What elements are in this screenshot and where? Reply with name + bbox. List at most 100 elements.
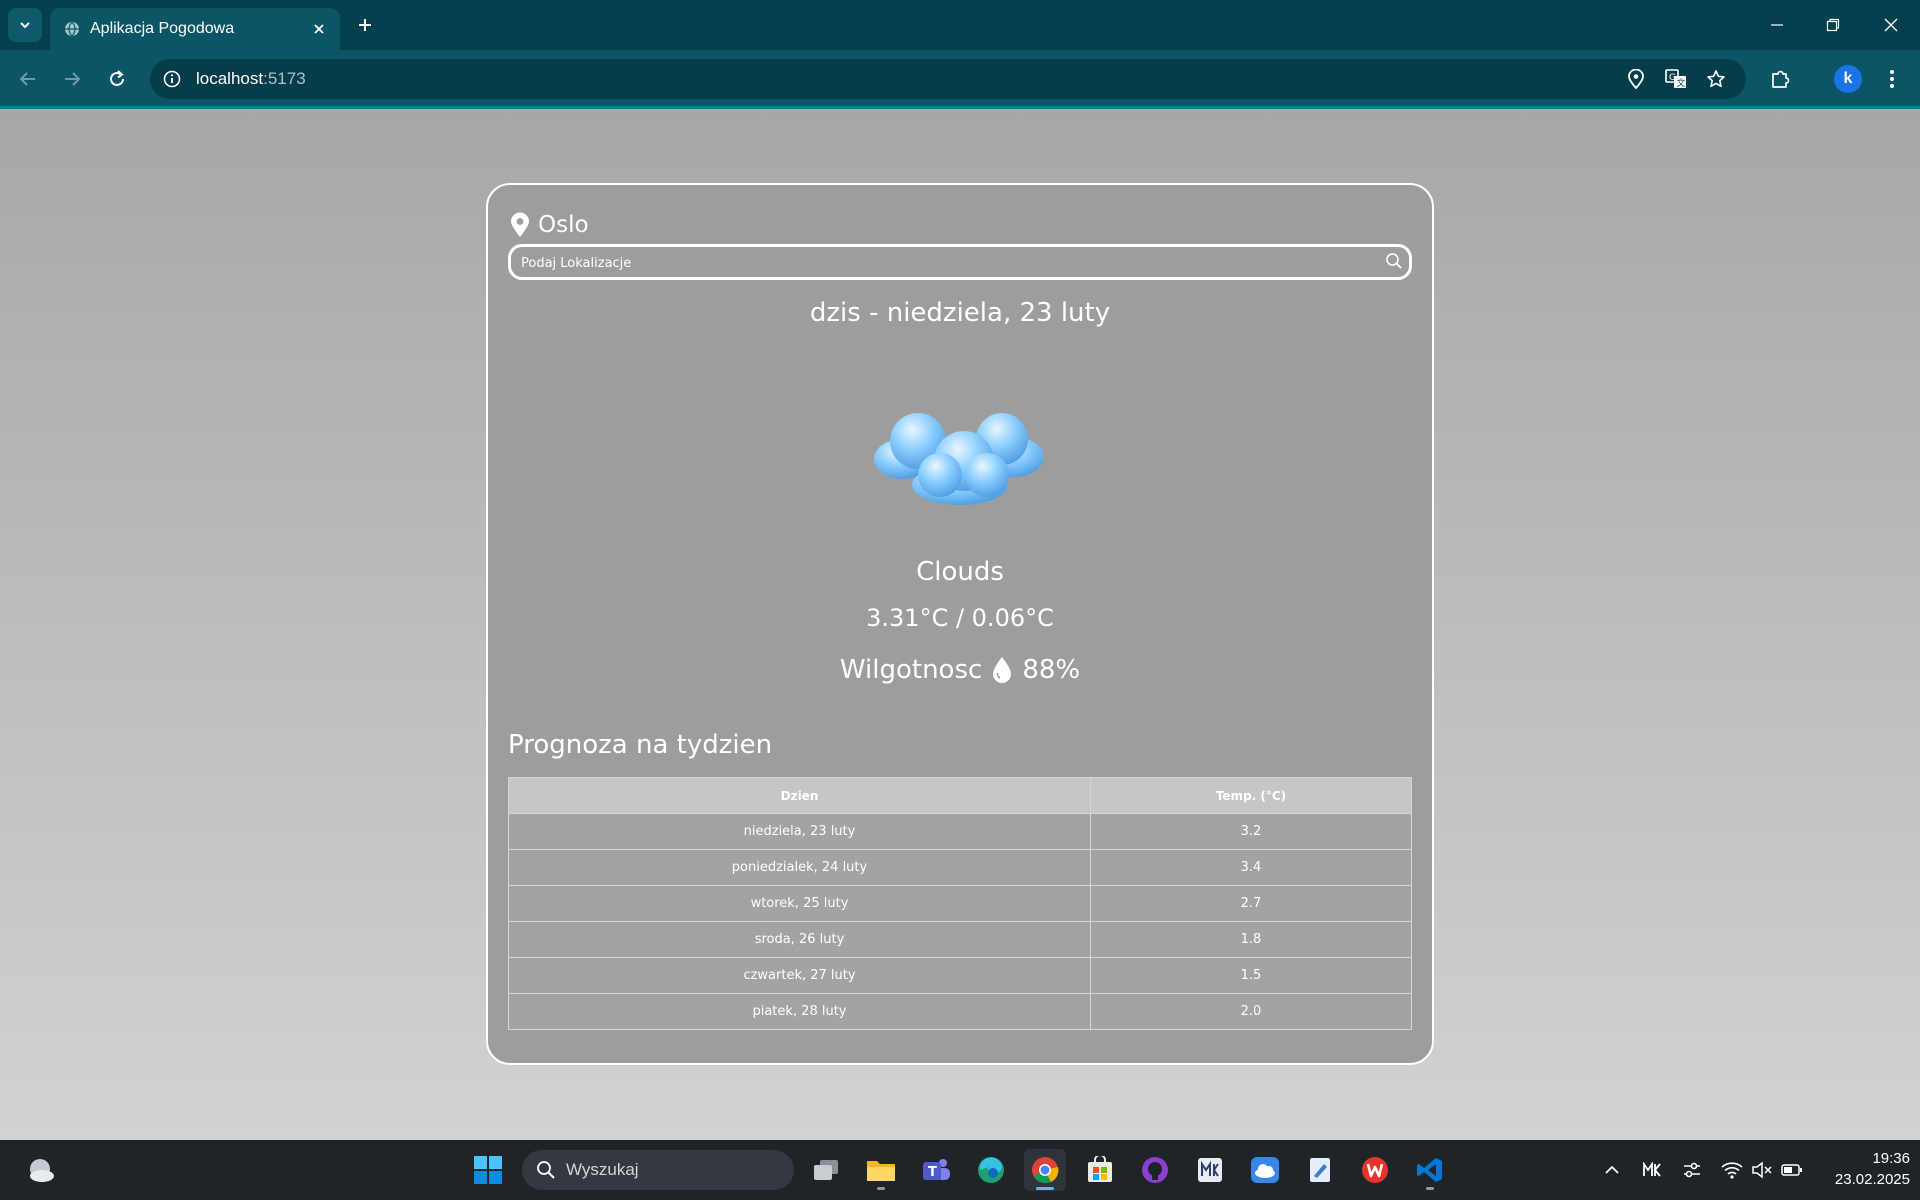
battery-icon <box>1781 1164 1802 1176</box>
restore-button[interactable] <box>1818 10 1848 40</box>
puzzle-icon <box>1772 70 1790 88</box>
weather-widget-button[interactable] <box>20 1149 62 1191</box>
tray-settings-app[interactable] <box>1680 1158 1704 1182</box>
onedrive-button[interactable] <box>1244 1149 1286 1191</box>
address-bar[interactable]: localhost:5173 G文 <box>150 59 1746 99</box>
humidity-row: Wilgotnosc 88% <box>488 655 1432 685</box>
table-row: czwartek, 27 luty 1.5 <box>508 957 1412 994</box>
table-row: niedziela, 23 luty 3.2 <box>508 813 1412 850</box>
volume-status[interactable] <box>1750 1158 1774 1182</box>
arrow-left-icon <box>19 72 35 86</box>
forward-button[interactable] <box>55 62 89 96</box>
forecast-temp: 1.5 <box>1090 957 1412 994</box>
minimize-icon <box>1771 24 1783 26</box>
browser-tab-active[interactable]: Aplikacja Pogodowa <box>50 8 340 50</box>
forecast-temp: 3.2 <box>1090 813 1412 850</box>
page-viewport: Oslo dzis - niedziela, 23 luty <box>0 109 1920 1140</box>
tab-title: Aplikacja Pogodowa <box>90 20 235 37</box>
tab-search-button[interactable] <box>8 8 42 42</box>
svg-text:T: T <box>928 1165 937 1180</box>
forecast-temp: 1.8 <box>1090 921 1412 958</box>
vscode-button[interactable] <box>1409 1149 1451 1191</box>
humidity-value: 88% <box>1022 655 1081 685</box>
file-explorer-button[interactable] <box>860 1149 902 1191</box>
location-search-input[interactable] <box>521 253 1361 273</box>
clock-time: 19:36 <box>1872 1150 1910 1167</box>
wifi-icon <box>1721 1162 1743 1179</box>
reload-button[interactable] <box>100 62 134 96</box>
battery-status[interactable] <box>1780 1158 1804 1182</box>
more-vertical-icon <box>1890 70 1894 88</box>
task-view-icon <box>814 1160 838 1180</box>
browser-toolbar: localhost:5173 G文 k <box>0 50 1920 108</box>
svg-text:文: 文 <box>1677 77 1686 89</box>
plus-icon <box>359 19 371 31</box>
forecast-temp: 2.0 <box>1090 993 1412 1030</box>
folder-icon <box>867 1161 895 1181</box>
profile-avatar-button[interactable]: k <box>1834 65 1862 93</box>
wps-office-button[interactable] <box>1354 1149 1396 1191</box>
location-search <box>508 244 1412 280</box>
chrome-icon <box>1032 1157 1059 1184</box>
column-header-temp: Temp. (°C) <box>1090 777 1412 814</box>
location-permission-button[interactable] <box>1624 67 1648 91</box>
wps-icon <box>1362 1157 1388 1183</box>
weather-card: Oslo dzis - niedziela, 23 luty <box>486 183 1434 1065</box>
reload-icon <box>110 70 124 86</box>
wifi-status[interactable] <box>1720 1158 1744 1182</box>
water-drop-icon <box>993 657 1012 683</box>
microsoft-store-button[interactable] <box>1079 1149 1121 1191</box>
table-header-row: Dzien Temp. (°C) <box>508 777 1412 814</box>
back-button[interactable] <box>11 62 45 96</box>
browser-menu-button[interactable] <box>1876 63 1908 95</box>
markdown-editor-button[interactable] <box>1189 1149 1231 1191</box>
browser-tab-bar: Aplikacja Pogodowa <box>0 0 1920 50</box>
drawing-app-button[interactable] <box>1299 1149 1341 1191</box>
edge-icon <box>978 1157 1004 1183</box>
taskbar-search[interactable]: Wyszukaj <box>522 1150 794 1190</box>
site-info-button[interactable] <box>160 67 184 91</box>
tab-close-button[interactable] <box>310 20 328 38</box>
current-date-title: dzis - niedziela, 23 luty <box>809 298 1111 328</box>
search-icon[interactable] <box>1385 252 1403 270</box>
task-view-button[interactable] <box>805 1149 847 1191</box>
running-indicator <box>877 1187 885 1190</box>
start-button[interactable] <box>467 1149 509 1191</box>
tray-m-icon <box>1643 1162 1661 1177</box>
info-icon <box>163 70 181 88</box>
system-clock[interactable]: 19:36 23.02.2025 <box>1810 1148 1910 1190</box>
running-indicator <box>1036 1187 1054 1190</box>
forecast-temp: 2.7 <box>1090 885 1412 922</box>
chrome-button[interactable] <box>1024 1149 1066 1191</box>
translate-button[interactable]: G文 <box>1664 67 1688 91</box>
arrow-right-icon <box>65 72 81 86</box>
teams-button[interactable]: T <box>915 1149 957 1191</box>
markdown-icon <box>1198 1158 1222 1182</box>
windows-taskbar: Wyszukaj T 19:36 23.02.2025 <box>0 1140 1920 1200</box>
close-icon <box>314 24 324 34</box>
github-icon <box>1142 1157 1168 1183</box>
table-row: piatek, 28 luty 2.0 <box>508 993 1412 1030</box>
table-row: poniedzialek, 24 luty 3.4 <box>508 849 1412 886</box>
temperature-range: 3.31°C / 0.06°C <box>866 604 1054 632</box>
edge-button[interactable] <box>970 1149 1012 1191</box>
humidity-label: Wilgotnosc <box>839 655 983 685</box>
forecast-day: sroda, 26 luty <box>508 921 1091 958</box>
table-row: wtorek, 25 luty 2.7 <box>508 885 1412 922</box>
close-window-button[interactable] <box>1876 10 1906 40</box>
new-tab-button[interactable] <box>352 12 378 38</box>
github-desktop-button[interactable] <box>1134 1149 1176 1191</box>
forecast-day: poniedzialek, 24 luty <box>508 849 1091 886</box>
star-icon <box>1707 70 1725 88</box>
search-icon <box>537 1161 555 1179</box>
minimize-button[interactable] <box>1762 10 1792 40</box>
chevron-up-icon <box>1605 1165 1619 1174</box>
bookmark-button[interactable] <box>1704 67 1728 91</box>
teams-icon: T <box>923 1159 950 1180</box>
show-hidden-icons-button[interactable] <box>1600 1158 1624 1182</box>
windows-logo-icon <box>474 1156 502 1184</box>
moon-cloud-icon <box>30 1159 54 1182</box>
tray-markdown-app[interactable] <box>1640 1158 1664 1182</box>
forecast-title: Prognoza na tydzien <box>508 730 773 760</box>
extensions-button[interactable] <box>1765 63 1797 95</box>
